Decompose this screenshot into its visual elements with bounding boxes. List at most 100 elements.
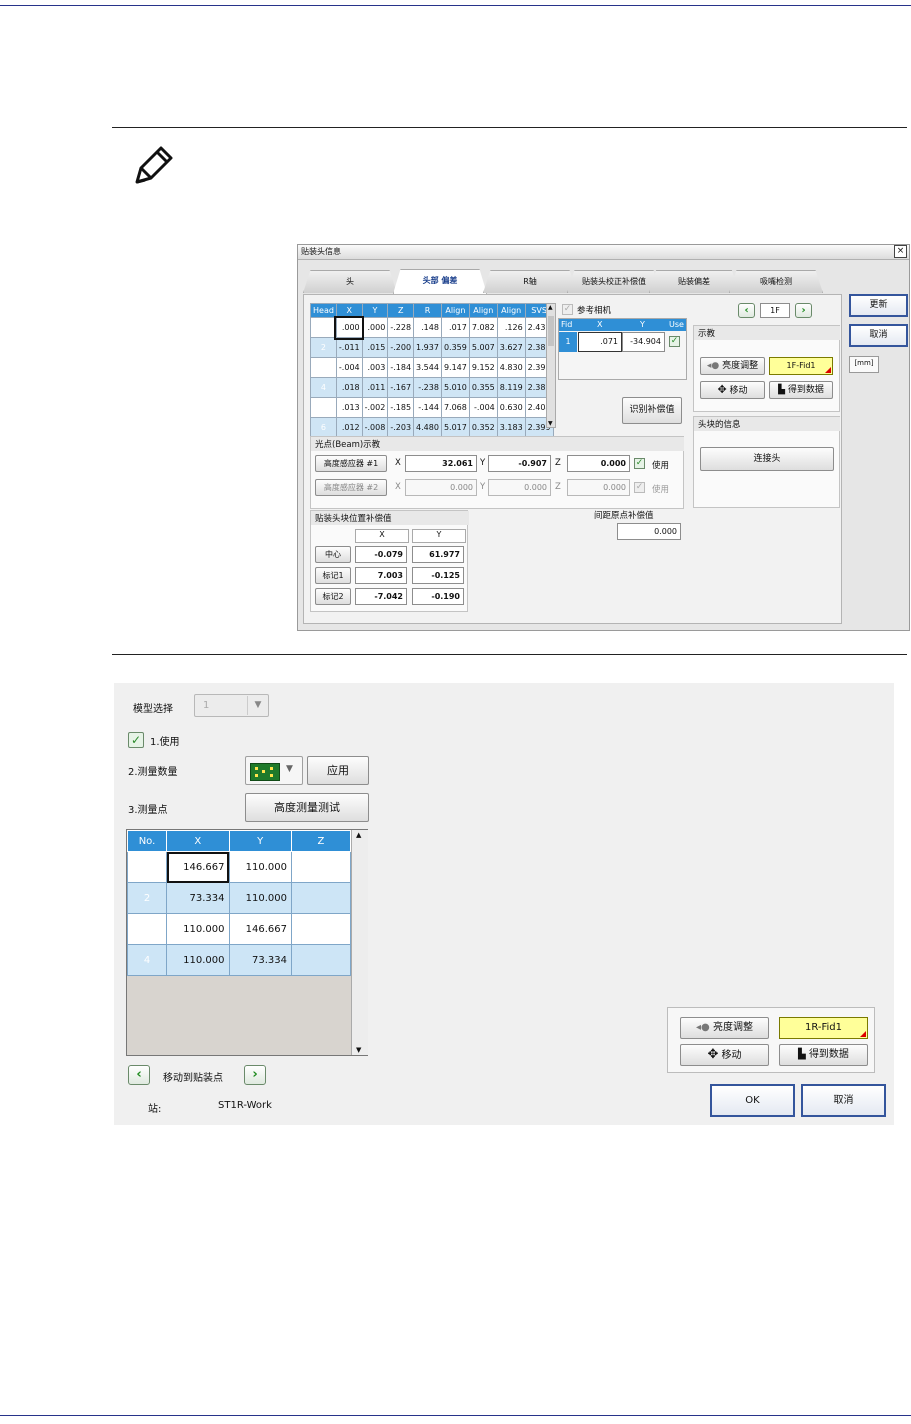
cell[interactable]: 7.082 [468, 317, 498, 338]
offset-row-mark2-label[interactable]: 标记2 [315, 588, 351, 605]
ok-button[interactable]: OK [710, 1084, 795, 1117]
nav-field[interactable]: 1F [760, 303, 790, 318]
table-row[interactable]: 2 -.011.015 -.200 1.937 0.359 5.007 3.627 2.387 [310, 337, 554, 358]
cell-x[interactable]: 110.000 [166, 913, 230, 945]
cell[interactable]: 0.630 [496, 397, 526, 418]
sensor2-x-field[interactable]: 0.000 [405, 479, 477, 496]
cell-z[interactable] [290, 944, 352, 976]
cell[interactable]: -.167 [387, 377, 415, 398]
cell[interactable]: -.203 [387, 417, 415, 438]
scroll-thumb[interactable] [548, 316, 554, 346]
measure-point-table[interactable]: No. X Y Z 1 146.667 110.000 2 73.334 110… [126, 830, 352, 976]
cell[interactable]: 5.010 [440, 377, 470, 398]
sensor2-z-field[interactable]: 0.000 [567, 479, 630, 496]
cell-x[interactable]: 146.667 [166, 851, 230, 883]
cell[interactable]: .148 [413, 317, 442, 338]
cell[interactable]: .017 [440, 317, 470, 338]
scroll-down-icon[interactable]: ▼ [548, 420, 553, 427]
table-row[interactable]: 6.012 -.008 -.203 4.480 5.017 0.352 3.183 2.399 [310, 417, 554, 438]
ref-x-cell[interactable]: .071 [578, 332, 622, 352]
prev-point-icon[interactable]: ‹ [128, 1065, 150, 1085]
height-measure-test-button[interactable]: 高度测量测试 [245, 793, 369, 822]
cell[interactable]: -.228 [387, 317, 415, 338]
cell[interactable]: 1.937 [413, 337, 442, 358]
tab-nozzle-check[interactable]: 吸嘴检测 [729, 270, 823, 293]
cancel-button[interactable]: 取消 [849, 324, 908, 347]
sensor2-y-field[interactable]: 0.000 [488, 479, 551, 496]
sensor1-z-field[interactable]: 0.000 [567, 455, 630, 472]
scroll-up-icon[interactable]: ▲ [356, 831, 361, 839]
move-button[interactable]: ✥ 移动 [700, 381, 765, 399]
update-button[interactable]: 更新 [849, 294, 908, 317]
cell[interactable]: .018 [335, 377, 363, 398]
cell[interactable]: -.011 [335, 337, 363, 358]
cell-x[interactable]: 110.000 [166, 944, 230, 976]
brightness-button[interactable]: ◂● 亮度调整 [680, 1017, 769, 1039]
cell[interactable]: 3.627 [496, 337, 526, 358]
chevron-down-icon[interactable]: ▼ [286, 764, 293, 774]
cell-z[interactable] [290, 913, 352, 945]
cell[interactable]: .000 [361, 317, 389, 338]
table-row[interactable]: 1.000.000 -.228.148.017 7.082.126 2.436 [310, 315, 554, 340]
tab-mount-offset[interactable]: 贴装偏差 [649, 270, 739, 293]
brightness-button[interactable]: ◂● 亮度调整 [700, 357, 765, 375]
cell[interactable]: 3.544 [413, 357, 442, 378]
sensor1-use-checkbox[interactable]: ✓ [634, 458, 645, 469]
cell-x[interactable]: 73.334 [166, 882, 230, 914]
cell[interactable]: -.004 [335, 357, 363, 378]
pitch-origin-field[interactable]: 0.000 [617, 523, 681, 540]
apply-button[interactable]: 应用 [307, 756, 369, 785]
cell-y[interactable]: 146.667 [228, 913, 292, 945]
table-row[interactable]: 2 73.334 110.000 [126, 882, 352, 914]
cell[interactable]: -.184 [387, 357, 415, 378]
fid-select-button[interactable]: 1R-Fid1 [779, 1017, 868, 1039]
measure-table-scrollbar[interactable]: ▲ ▼ [351, 830, 368, 1055]
sensor1-y-field[interactable]: -0.907 [488, 455, 551, 472]
recognize-offset-button[interactable]: 识别补偿值 [622, 397, 682, 424]
tab-r-axis[interactable]: R轴 [483, 270, 577, 293]
cell[interactable]: .126 [496, 317, 526, 338]
table-row[interactable]: 3 -.004.003 -.184 3.544 9.147 9.152 4.830 2.393 [310, 357, 554, 378]
cell-y[interactable]: 110.000 [228, 851, 292, 883]
cell[interactable]: 9.147 [440, 357, 470, 378]
cancel-button[interactable]: 取消 [801, 1084, 886, 1117]
cell[interactable]: -.200 [387, 337, 415, 358]
cell[interactable]: -.238 [413, 377, 442, 398]
cell[interactable]: -.004 [468, 397, 498, 418]
cell[interactable]: .011 [361, 377, 389, 398]
table-row[interactable]: 3 110.000 146.667 [126, 913, 352, 945]
height-sensor-2-button[interactable]: 高度感应器 #2 [315, 479, 387, 496]
offset-center-y[interactable]: 61.977 [412, 546, 464, 563]
cell[interactable]: 5.017 [440, 417, 470, 438]
cell[interactable]: 0.355 [468, 377, 498, 398]
cell[interactable]: .003 [361, 357, 389, 378]
offset-row-center-label[interactable]: 中心 [315, 546, 351, 563]
cell[interactable]: 5.007 [468, 337, 498, 358]
height-sensor-1-button[interactable]: 高度感应器 #1 [315, 455, 387, 472]
cell[interactable]: 7.068 [440, 397, 470, 418]
head-offset-table[interactable]: Head X Y Z R Align Align Align SVS 1.000… [310, 303, 554, 438]
connect-head-button[interactable]: 连接头 [700, 447, 834, 471]
cell[interactable]: 8.119 [496, 377, 526, 398]
cell[interactable]: .013 [335, 397, 363, 418]
sensor1-x-field[interactable]: 32.061 [405, 455, 477, 472]
scroll-down-icon[interactable]: ▼ [356, 1046, 361, 1054]
cell[interactable]: 4.830 [496, 357, 526, 378]
cell[interactable]: -.002 [361, 397, 389, 418]
table-row[interactable]: 4 110.000 73.334 [126, 944, 352, 976]
cell-y[interactable]: 73.334 [228, 944, 292, 976]
scroll-up-icon[interactable]: ▲ [548, 304, 553, 311]
table-row[interactable]: 1 146.667 110.000 [126, 851, 352, 883]
ref-camera-table[interactable]: Fid X Y Use 1 .071 -34.904 ✓ [558, 318, 687, 380]
offset-mark2-x[interactable]: -7.042 [355, 588, 407, 605]
model-select-dropdown[interactable]: 1 ▼ [194, 694, 269, 717]
tab-head-offset[interactable]: 头部 偏差 [393, 269, 487, 294]
prev-icon[interactable]: ‹ [738, 303, 755, 318]
offset-center-x[interactable]: -0.079 [355, 546, 407, 563]
fid-select-button[interactable]: 1F-Fid1 [769, 357, 833, 375]
close-icon[interactable]: × [894, 245, 907, 258]
cell-y[interactable]: 110.000 [228, 882, 292, 914]
ref-y-cell[interactable]: -34.904 [622, 332, 665, 352]
offset-row-mark1-label[interactable]: 标记1 [315, 567, 351, 584]
offset-mark2-y[interactable]: -0.190 [412, 588, 464, 605]
